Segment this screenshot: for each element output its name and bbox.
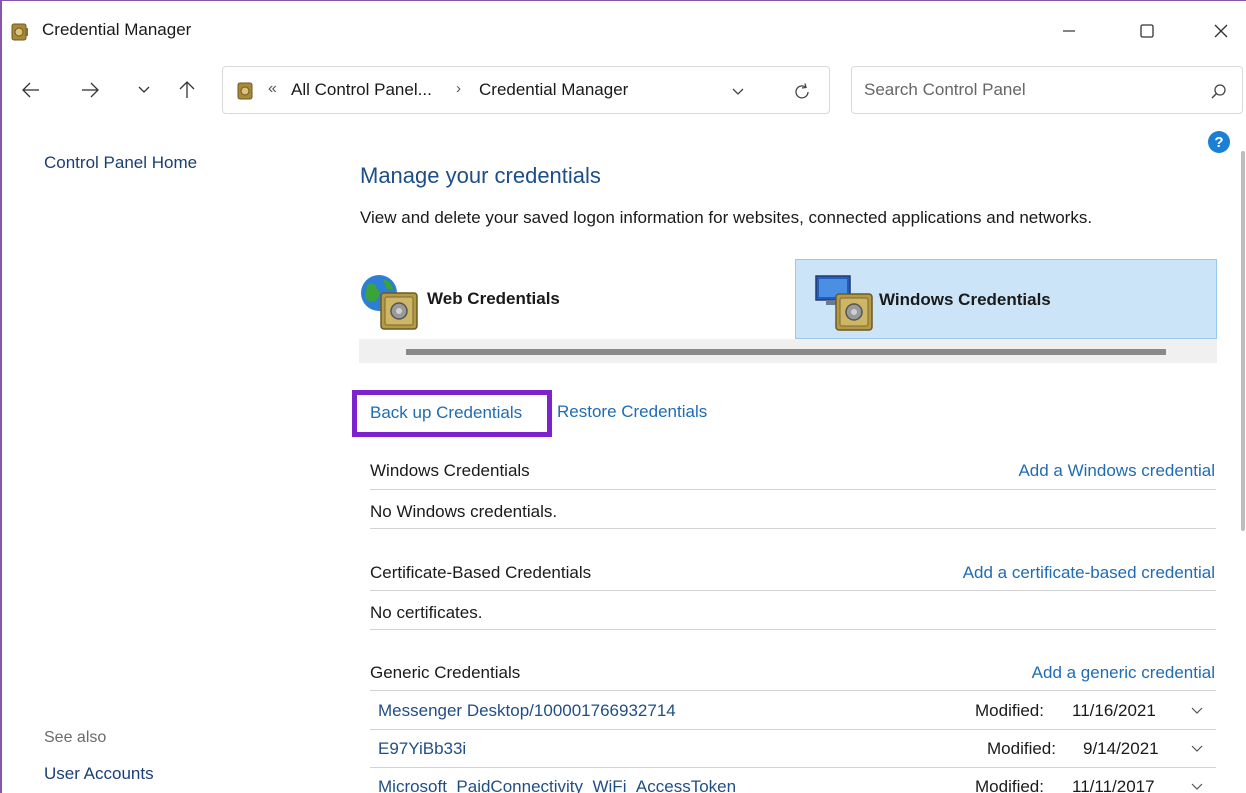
generic-credential-row[interactable]: Microsoft_PaidConnectivity_WiFi_AccessTo… [370,770,1216,793]
arrow-right-icon [82,82,99,98]
windows-credentials-heading: Windows Credentials [370,461,530,480]
maximize-button[interactable] [1125,11,1169,51]
generic-credential-row[interactable]: Messenger Desktop/100001766932714 Modifi… [370,694,1216,728]
refresh-icon [795,83,809,99]
generic-credential-row[interactable]: E97YiBb33i Modified: 9/14/2021 [370,732,1216,766]
chevron-down-icon [138,86,150,93]
windows-credentials-icon [814,272,878,339]
modified-date: 11/11/2017 [1072,777,1155,793]
tab-windows-credentials-label: Windows Credentials [879,290,1051,309]
breadcrumb-separator[interactable]: › [456,80,461,97]
vertical-scrollbar[interactable] [1241,151,1245,531]
back-button[interactable] [16,75,46,105]
help-icon[interactable]: ? [1208,131,1230,153]
modified-label: Modified: [975,701,1044,720]
breadcrumb-credential-manager[interactable]: Credential Manager [479,80,628,100]
row-divider [370,767,1216,768]
minimize-button[interactable] [1047,11,1091,51]
credential-manager-app-icon [11,22,29,42]
control-panel-home-link[interactable]: Control Panel Home [44,153,197,173]
modified-label: Modified: [987,739,1056,758]
modified-date: 11/16/2021 [1072,701,1156,720]
address-bar[interactable]: « All Control Panel... › Credential Mana… [222,66,830,114]
credential-name: Messenger Desktop/100001766932714 [378,701,676,720]
backup-credentials-link[interactable]: Back up Credentials [352,390,552,437]
add-generic-credential-link[interactable]: Add a generic credential [1032,663,1215,683]
close-button[interactable] [1199,11,1243,51]
tab-strip-scrollbar[interactable] [406,349,1166,355]
search-button[interactable] [1207,80,1231,104]
breadcrumb-overflow[interactable]: « [268,80,277,98]
tab-windows-credentials[interactable]: Windows Credentials [795,259,1217,339]
credential-type-tabs: Web Credentials Windows Credentials [359,259,1217,363]
page-title: Manage your credentials [360,163,601,188]
window-title: Credential Manager [42,20,192,39]
refresh-button[interactable] [789,79,815,105]
chevron-down-icon[interactable] [1188,741,1206,757]
tab-web-credentials[interactable]: Web Credentials [359,259,795,339]
section-divider [370,489,1216,490]
backup-credentials-label: Back up Credentials [370,403,523,422]
chevron-down-icon[interactable] [1188,703,1206,719]
restore-credentials-link[interactable]: Restore Credentials [557,402,707,422]
windows-credentials-empty: No Windows credentials. [370,502,558,521]
search-box[interactable] [851,66,1243,114]
certificate-credentials-empty: No certificates. [370,603,483,622]
section-divider [370,690,1216,691]
credential-name: E97YiBb33i [378,739,467,758]
page-description: View and delete your saved logon informa… [360,208,1093,227]
section-divider [370,590,1216,591]
address-dropdown-button[interactable] [725,81,751,103]
recent-locations-button[interactable] [129,75,159,105]
up-button[interactable] [172,75,202,105]
forward-button[interactable] [75,75,105,105]
add-windows-credential-link[interactable]: Add a Windows credential [1018,461,1215,481]
navigation-bar: « All Control Panel... › Credential Mana… [2,59,1246,123]
title-bar: Credential Manager [2,1,1246,59]
chevron-down-icon[interactable] [1188,779,1206,793]
certificate-credentials-heading: Certificate-Based Credentials [370,563,592,582]
control-panel-icon [237,81,255,101]
add-certificate-credential-link[interactable]: Add a certificate-based credential [963,563,1215,583]
row-divider [370,729,1216,730]
arrow-up-icon [179,81,195,98]
generic-credentials-heading: Generic Credentials [370,663,521,682]
see-also-heading: See also [44,729,107,746]
search-icon [1211,84,1226,99]
breadcrumb-all-control-panel[interactable]: All Control Panel... [291,80,432,100]
web-credentials-icon [359,271,423,338]
section-divider [370,629,1216,630]
search-input[interactable] [864,77,1184,103]
arrow-left-icon [22,82,39,98]
credential-name: Microsoft_PaidConnectivity_WiFi_AccessTo… [378,777,737,793]
chevron-down-icon [732,88,744,95]
user-accounts-link[interactable]: User Accounts [44,764,154,784]
tab-web-credentials-label: Web Credentials [427,289,560,308]
modified-label: Modified: [975,777,1044,793]
modified-date: 9/14/2021 [1083,739,1159,758]
credential-manager-window: Credential Manager « All Control Panel..… [0,0,1246,793]
section-divider [370,528,1216,529]
